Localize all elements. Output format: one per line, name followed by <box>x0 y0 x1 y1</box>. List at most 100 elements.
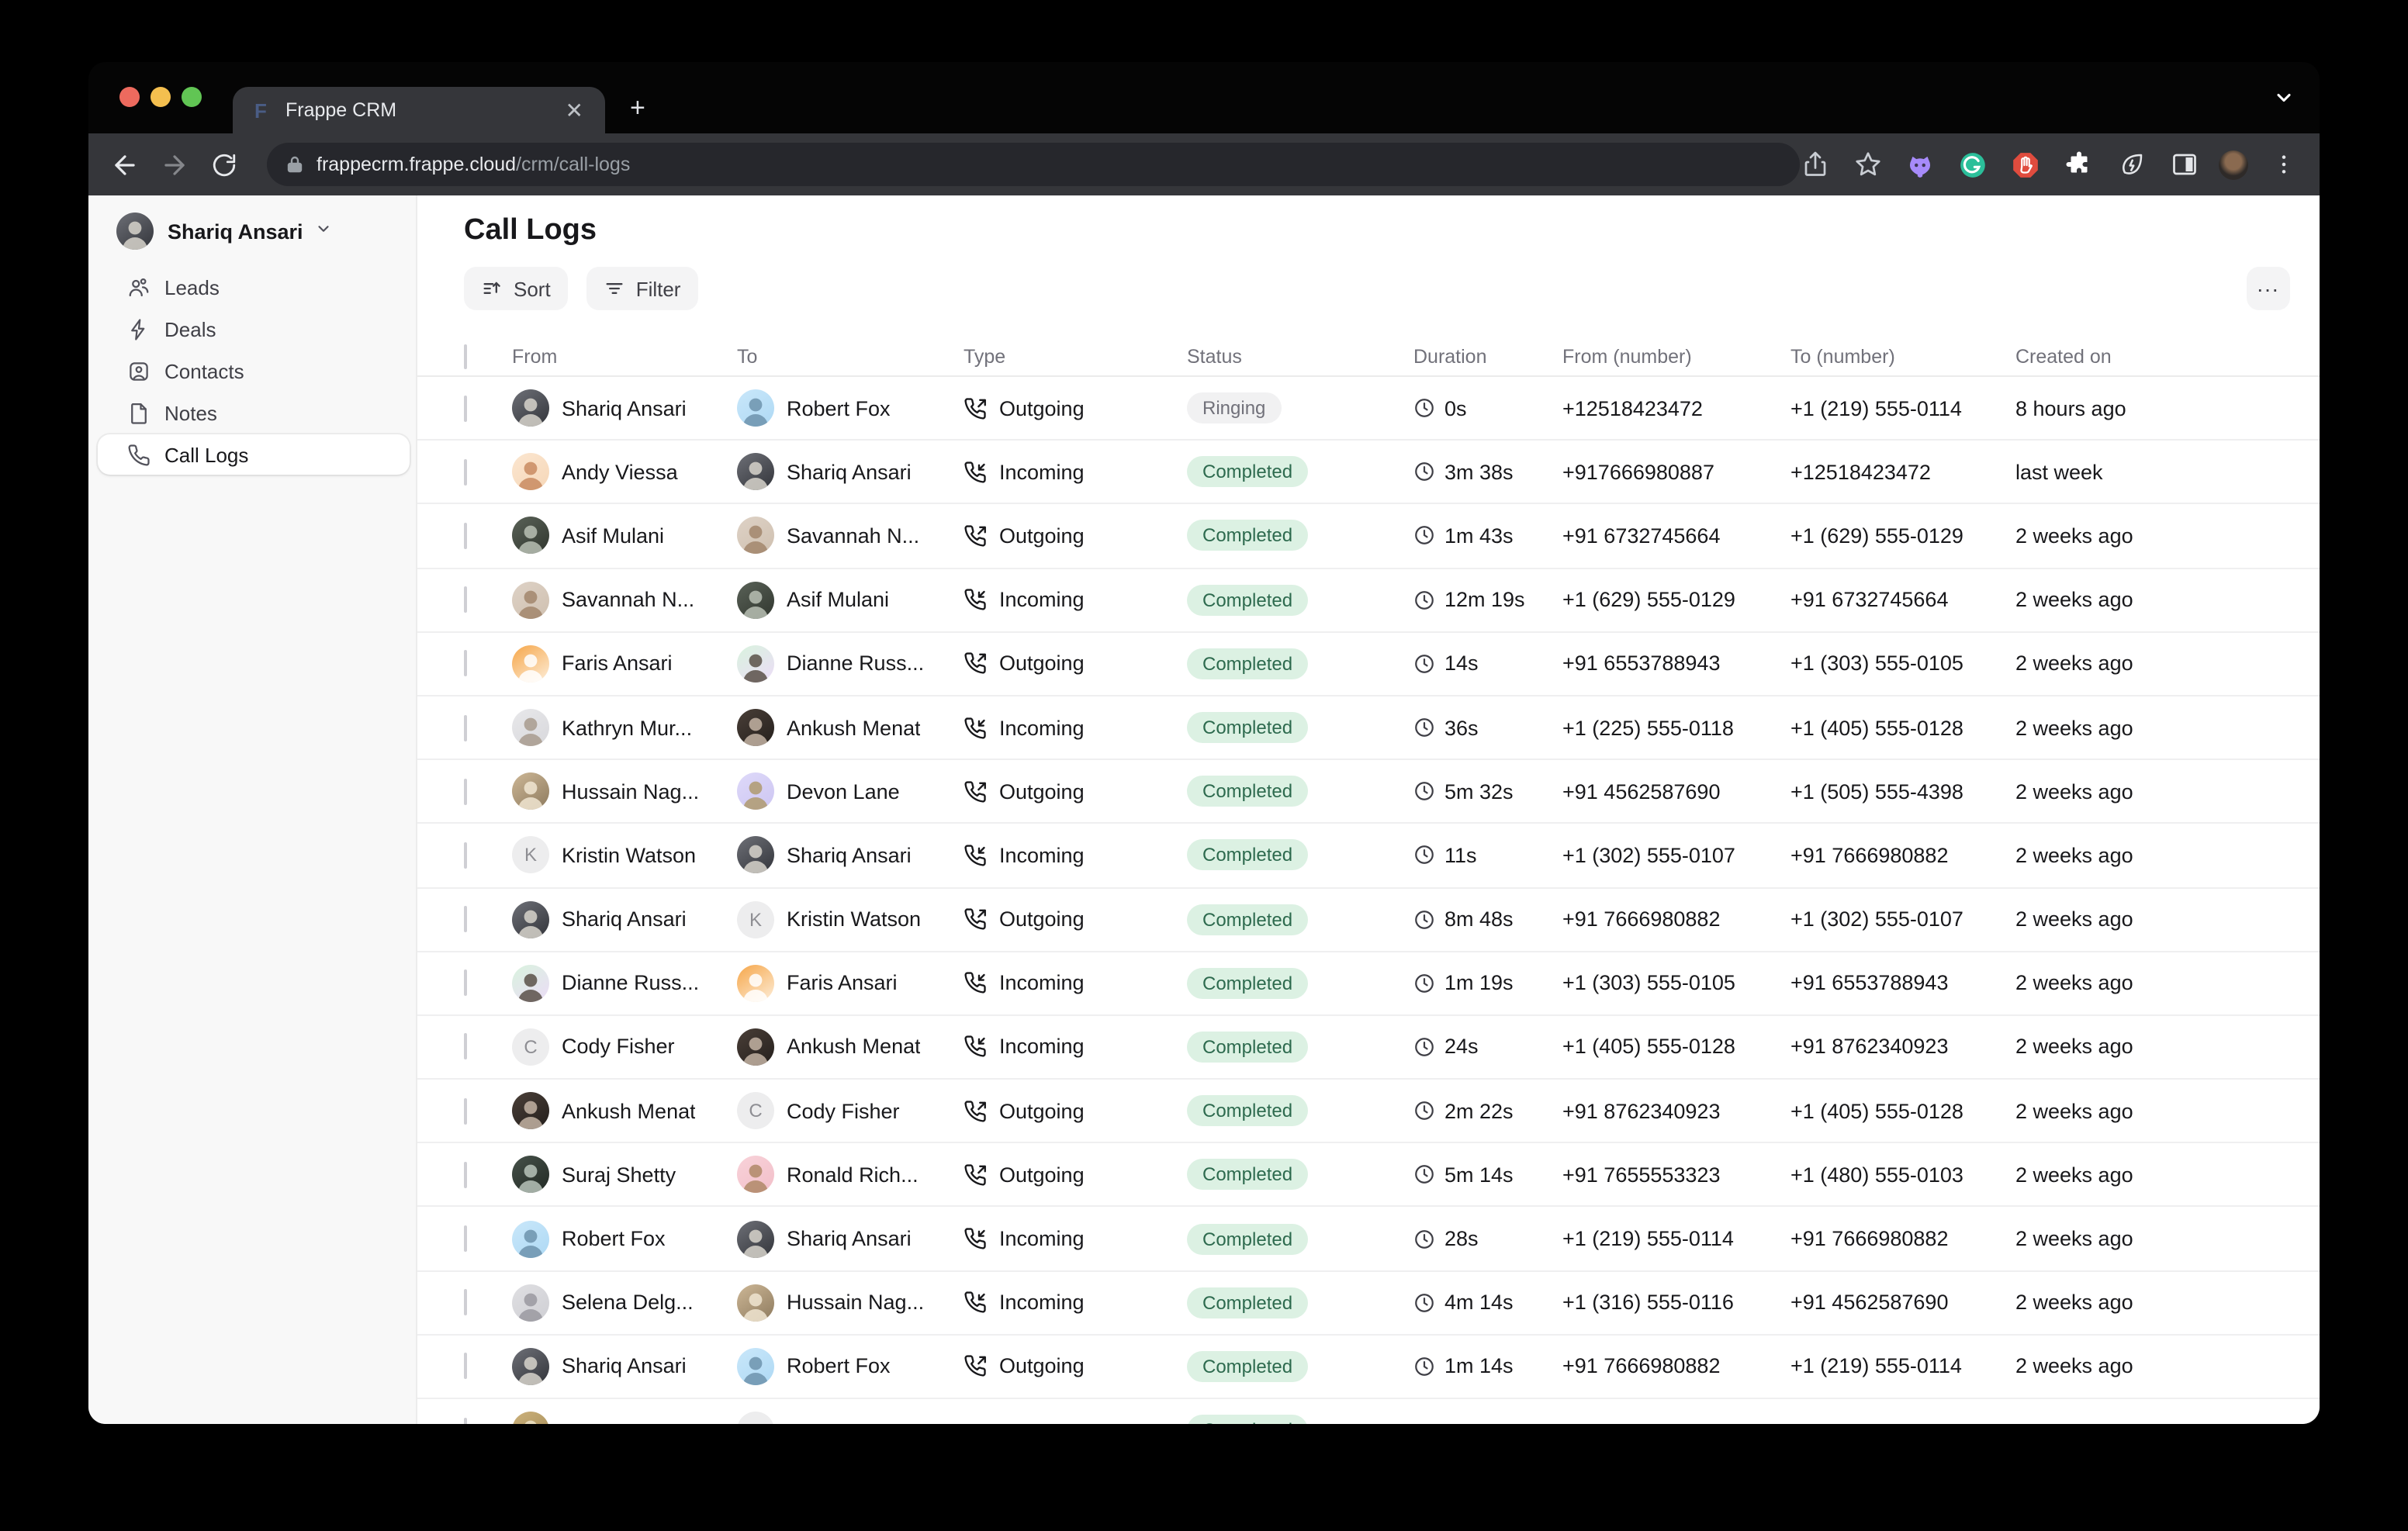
outgoing-call-icon <box>964 396 987 420</box>
sidebar-item-contacts[interactable]: Contacts <box>98 351 410 391</box>
address-bar[interactable]: frappecrm.frappe.cloud/crm/call-logs <box>267 143 1800 186</box>
column-header-created-on[interactable]: Created on <box>2015 346 2295 368</box>
from-avatar <box>512 900 549 938</box>
filter-button[interactable]: Filter <box>586 267 698 310</box>
extensions-puzzle-icon[interactable] <box>2060 147 2096 182</box>
share-icon[interactable] <box>1797 147 1832 182</box>
call-log-row[interactable]: Ankush Menat C Cody Fisher Outgoing Comp… <box>417 1080 2320 1143</box>
from-avatar <box>512 709 549 746</box>
sort-button[interactable]: Sort <box>464 267 568 310</box>
select-all-checkbox[interactable] <box>464 344 467 369</box>
zoom-window-button[interactable] <box>182 87 202 107</box>
call-log-row[interactable]: Andy Viessa Shariq Ansari Incoming Compl… <box>417 441 2320 504</box>
sidebar-item-notes[interactable]: Notes <box>98 392 410 433</box>
tab-search-chevron-icon[interactable] <box>2273 87 2295 116</box>
sidebar-item-leads[interactable]: Leads <box>98 267 410 307</box>
list-more-button[interactable]: ... <box>2247 267 2290 310</box>
column-header-duration[interactable]: Duration <box>1413 346 1562 368</box>
clock-icon <box>1413 1228 1435 1249</box>
call-type-label: Outgoing <box>999 396 1085 420</box>
call-log-row[interactable]: Dianne Russ... Faris Ansari Incoming Com… <box>417 952 2320 1015</box>
call-log-row[interactable]: Suraj Shetty Ronald Rich... Outgoing Com… <box>417 1144 2320 1208</box>
back-button[interactable] <box>107 147 143 182</box>
column-header-to-number[interactable]: To (number) <box>1790 346 2015 368</box>
tab-close-icon[interactable]: ✕ <box>559 96 590 124</box>
row-checkbox[interactable] <box>464 778 467 804</box>
row-checkbox[interactable] <box>464 1417 467 1424</box>
row-checkbox[interactable] <box>464 906 467 932</box>
call-log-row[interactable]: Selena Delg... Hussain Nag... Incoming C… <box>417 1271 2320 1335</box>
close-window-button[interactable] <box>119 87 140 107</box>
browser-menu-kebab-icon[interactable] <box>2265 147 2301 182</box>
new-tab-button[interactable]: + <box>630 95 645 121</box>
call-log-row[interactable]: Shariq Ansari Robert Fox Outgoing Ringin… <box>417 377 2320 441</box>
row-checkbox[interactable] <box>464 1225 467 1252</box>
grammarly-extension-icon[interactable] <box>1955 147 1991 182</box>
column-header-from-number[interactable]: From (number) <box>1562 346 1790 368</box>
row-checkbox[interactable] <box>464 523 467 549</box>
browser-profile-avatar[interactable] <box>2219 150 2248 179</box>
from-number: +91 7655553323 <box>1562 1163 1790 1187</box>
to-number: +91 4562587690 <box>1790 1291 2015 1314</box>
reload-button[interactable] <box>206 147 242 182</box>
to-name: Kristin Watson <box>787 907 921 931</box>
sidebar-item-deals[interactable]: Deals <box>98 309 410 349</box>
to-person: K Kristin Watson <box>737 900 964 938</box>
call-log-row[interactable]: Robert Fox Shariq Ansari Incoming Comple… <box>417 1208 2320 1271</box>
call-log-row[interactable]: Shariq Ansari Robert Fox Outgoing Comple… <box>417 1336 2320 1399</box>
adblock-extension-icon[interactable] <box>2008 147 2043 182</box>
row-checkbox[interactable] <box>464 1162 467 1188</box>
call-log-row[interactable]: Completed <box>417 1399 2320 1424</box>
call-log-row[interactable]: K Kristin Watson Shariq Ansari Incoming … <box>417 824 2320 888</box>
row-checkbox[interactable] <box>464 586 467 613</box>
duration-value: 8m 48s <box>1444 907 1514 931</box>
column-header-from[interactable]: From <box>512 346 737 368</box>
call-log-row[interactable]: C Cody Fisher Ankush Menat Incoming Comp… <box>417 1016 2320 1080</box>
row-checkbox[interactable] <box>464 1289 467 1315</box>
github-octocat-extension-icon[interactable] <box>1902 147 1938 182</box>
call-log-row[interactable]: Asif Mulani Savannah N... Outgoing Compl… <box>417 505 2320 569</box>
call-log-row[interactable]: Hussain Nag... Devon Lane Outgoing Compl… <box>417 760 2320 824</box>
status-badge: Ringing <box>1187 392 1281 423</box>
to-person: Asif Mulani <box>737 581 964 618</box>
bookmark-star-icon[interactable] <box>1849 147 1885 182</box>
avatar-silhouette <box>737 645 774 683</box>
avatar-silhouette <box>737 1284 774 1321</box>
to-name: Cody Fisher <box>787 1099 900 1122</box>
incoming-call-icon <box>964 461 987 484</box>
row-checkbox[interactable] <box>464 459 467 486</box>
call-type-label: Outgoing <box>999 524 1085 548</box>
column-header-to[interactable]: To <box>737 346 964 368</box>
call-log-row[interactable]: Faris Ansari Dianne Russ... Outgoing Com… <box>417 633 2320 696</box>
forward-button[interactable] <box>157 147 192 182</box>
call-type-label: Incoming <box>999 588 1085 611</box>
column-header-type[interactable]: Type <box>964 346 1187 368</box>
screen: F Frappe CRM ✕ + <box>0 0 2408 1531</box>
row-checkbox[interactable] <box>464 842 467 869</box>
side-panel-icon[interactable] <box>2166 147 2202 182</box>
minimize-window-button[interactable] <box>150 87 171 107</box>
leaf-extension-icon[interactable] <box>2113 147 2149 182</box>
from-avatar: K <box>512 837 549 874</box>
from-person: Shariq Ansari <box>512 389 737 427</box>
sidebar-item-call-logs[interactable]: Call Logs <box>98 434 410 475</box>
row-checkbox[interactable] <box>464 714 467 741</box>
row-checkbox[interactable] <box>464 970 467 997</box>
call-log-row[interactable]: Shariq Ansari K Kristin Watson Outgoing … <box>417 888 2320 952</box>
from-number: +1 (629) 555-0129 <box>1562 588 1790 611</box>
row-checkbox[interactable] <box>464 1034 467 1060</box>
user-menu[interactable]: Shariq Ansari <box>116 211 333 251</box>
column-header-status[interactable]: Status <box>1187 346 1413 368</box>
call-log-row[interactable]: Savannah N... Asif Mulani Incoming Compl… <box>417 569 2320 632</box>
from-number: +91 7666980882 <box>1562 907 1790 931</box>
duration-cell: 8m 48s <box>1413 907 1562 931</box>
to-avatar <box>737 1348 774 1385</box>
row-checkbox[interactable] <box>464 651 467 677</box>
call-log-row[interactable]: Kathryn Mur... Ankush Menat Incoming Com… <box>417 696 2320 760</box>
browser-tab[interactable]: F Frappe CRM ✕ <box>233 87 605 133</box>
row-checkbox[interactable] <box>464 395 467 421</box>
to-avatar <box>737 645 774 683</box>
row-checkbox[interactable] <box>464 1097 467 1124</box>
avatar-silhouette <box>512 965 549 1002</box>
row-checkbox[interactable] <box>464 1353 467 1380</box>
